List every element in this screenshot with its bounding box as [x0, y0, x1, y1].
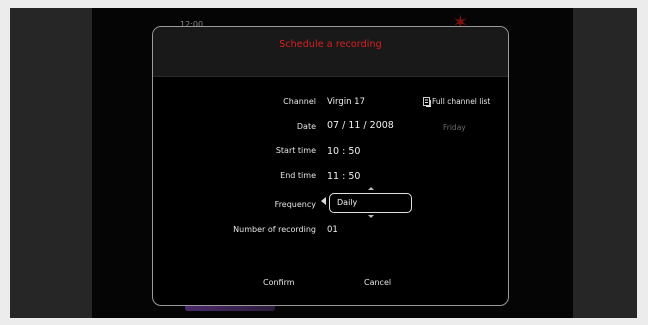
frequency-value: Daily [337, 198, 358, 207]
end-time-value[interactable]: 11 : 50 [327, 171, 360, 182]
channel-value[interactable]: Virgin 17 [327, 97, 365, 107]
channel-label: Channel [283, 97, 316, 106]
cancel-button[interactable]: Cancel [364, 278, 391, 287]
frequency-label: Frequency [274, 200, 316, 209]
confirm-button[interactable]: Confirm [263, 278, 295, 287]
weekday-text: Friday [443, 123, 466, 132]
frequency-selector[interactable]: Daily [329, 193, 412, 213]
schedule-recording-dialog: Schedule a recording Channel Virgin 17 F… [152, 26, 509, 306]
start-time-value[interactable]: 10 : 50 [327, 146, 360, 157]
dialog-header: Schedule a recording [153, 27, 508, 77]
start-time-label: Start time [275, 146, 316, 155]
channel-list-icon [423, 97, 431, 107]
number-of-recording-value[interactable]: 01 [327, 225, 338, 235]
frequency-up-arrow-icon[interactable] [368, 187, 374, 190]
full-channel-list-label: Full channel list [432, 97, 491, 106]
dialog-title: Schedule a recording [279, 39, 382, 50]
full-channel-list-button[interactable]: Full channel list [423, 97, 491, 107]
number-of-recording-label: Number of recording [233, 225, 316, 234]
frequency-down-arrow-icon[interactable] [368, 215, 374, 218]
date-value[interactable]: 07 / 11 / 2008 [327, 120, 394, 131]
frequency-left-arrow-icon[interactable] [321, 197, 326, 205]
date-label: Date [296, 122, 316, 131]
end-time-label: End time [280, 171, 316, 180]
